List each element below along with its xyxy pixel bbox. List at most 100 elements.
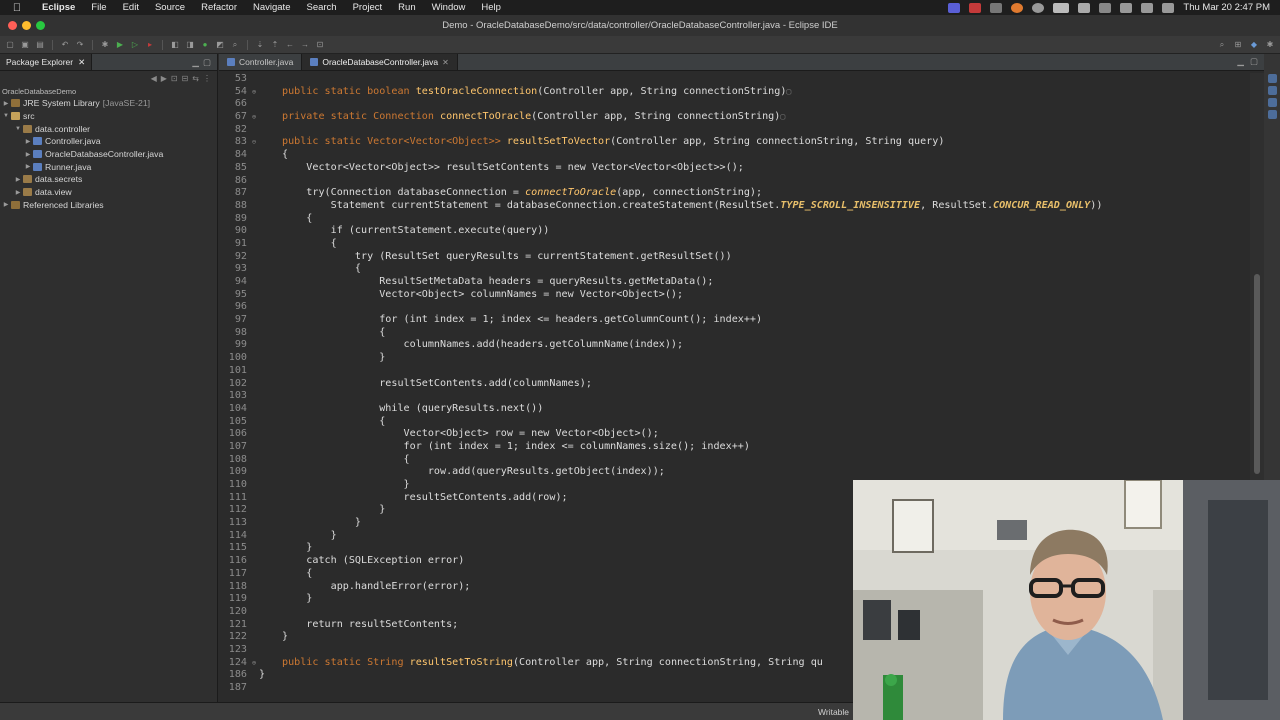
open-type-icon[interactable]: ◩ xyxy=(214,39,226,50)
fold-expand-icon[interactable]: ⊕ xyxy=(249,657,259,670)
battery-icon[interactable] xyxy=(1053,2,1070,13)
menubar-clock[interactable]: Thu Mar 20 2:47 PM xyxy=(1183,2,1270,13)
chevron-right-icon[interactable]: ▶ xyxy=(14,176,22,183)
close-icon[interactable]: ✕ xyxy=(78,57,85,68)
search-icon[interactable] xyxy=(1141,2,1154,13)
minimize-window-icon[interactable] xyxy=(22,21,31,30)
project-root[interactable]: OracleDatabaseDemo xyxy=(0,85,217,97)
folded-code-icon[interactable]: ▢ xyxy=(780,112,785,121)
tree-item-jre[interactable]: ▶ JRE System Library [JavaSE-21] xyxy=(0,97,217,110)
fold-expand-icon[interactable]: ⊕ xyxy=(249,111,259,124)
back-icon[interactable]: ← xyxy=(284,39,296,50)
tree-item-oracle-controller-java[interactable]: ▶ OracleDatabaseController.java xyxy=(0,148,217,161)
code-text: { xyxy=(282,212,313,224)
run-icon[interactable]: ▶ xyxy=(114,39,126,50)
user-icon[interactable] xyxy=(1120,2,1133,13)
tree-item-data-view[interactable]: ▶ data.view xyxy=(0,186,217,199)
line-number: 53 xyxy=(234,73,247,84)
tree-item-src[interactable]: ▼ src xyxy=(0,110,217,123)
maximize-view-icon[interactable]: ▢ xyxy=(203,57,211,68)
browser-icon[interactable] xyxy=(1011,2,1024,13)
debug-icon[interactable]: ✱ xyxy=(99,39,111,50)
new-class-icon[interactable]: ● xyxy=(199,39,211,50)
tab-controller-java[interactable]: Controller.java xyxy=(219,54,303,70)
chevron-right-icon[interactable]: ▶ xyxy=(24,138,32,145)
fold-expand-icon[interactable]: ⊕ xyxy=(249,86,259,99)
close-window-icon[interactable] xyxy=(8,21,17,30)
problems-view-icon[interactable] xyxy=(1267,98,1277,107)
redo-icon[interactable]: ↷ xyxy=(74,39,86,50)
apple-menu-icon[interactable]:  xyxy=(0,2,34,14)
search-toolbar-icon[interactable]: ⌕ xyxy=(229,39,241,50)
collapse-all-icon[interactable]: ⊟ xyxy=(182,74,189,83)
view-menu-icon[interactable]: ⋮ xyxy=(203,74,211,83)
tree-item-data-secrets[interactable]: ▶ data.secrets xyxy=(0,173,217,186)
chevron-right-icon[interactable]: ▶ xyxy=(24,163,32,170)
menu-project[interactable]: Project xyxy=(345,2,391,13)
line-number: 117 xyxy=(228,567,247,579)
tree-item-controller-java[interactable]: ▶ Controller.java xyxy=(0,135,217,148)
menu-run[interactable]: Run xyxy=(390,2,423,13)
menu-help[interactable]: Help xyxy=(473,2,509,13)
menu-edit[interactable]: Edit xyxy=(115,2,147,13)
new-icon[interactable]: ▢ xyxy=(4,39,16,50)
cloud-icon[interactable] xyxy=(990,2,1003,13)
package-explorer-tab[interactable]: Package Explorer ✕ xyxy=(0,54,93,70)
recorder-icon[interactable] xyxy=(969,2,982,13)
control-center-icon[interactable] xyxy=(1162,2,1175,13)
menu-source[interactable]: Source xyxy=(147,2,193,13)
link-with-editor-icon[interactable]: ⇆ xyxy=(192,74,199,83)
menu-file[interactable]: File xyxy=(83,2,114,13)
new-package-icon[interactable]: ◨ xyxy=(184,39,196,50)
tree-item-data-controller[interactable]: ▼ data.controller xyxy=(0,122,217,135)
chevron-right-icon[interactable]: ▶ xyxy=(14,189,22,196)
close-icon[interactable]: ✕ xyxy=(442,58,449,67)
next-annotation-icon[interactable]: ⇣ xyxy=(254,39,266,50)
tree-item-runner-java[interactable]: ▶ Runner.java xyxy=(0,160,217,173)
menu-navigate[interactable]: Navigate xyxy=(245,2,299,13)
screen-share-icon[interactable] xyxy=(948,2,961,13)
tab-oracle-controller-java[interactable]: OracleDatabaseController.java ✕ xyxy=(302,54,458,70)
display-icon[interactable] xyxy=(1099,2,1112,13)
external-tools-icon[interactable]: ▸ xyxy=(144,39,156,50)
perspective-open-icon[interactable]: ⊞ xyxy=(1232,39,1244,50)
wifi-icon[interactable] xyxy=(1078,2,1091,13)
minimize-view-icon[interactable]: ▁ xyxy=(192,57,199,68)
folded-code-icon[interactable]: ▢ xyxy=(786,87,791,96)
forward-icon[interactable]: ▶ xyxy=(161,74,167,83)
scrollbar-thumb[interactable] xyxy=(1254,274,1260,474)
chevron-down-icon[interactable]: ▼ xyxy=(14,126,22,132)
minimize-view-icon[interactable]: ▁ xyxy=(1237,56,1244,67)
console-view-icon[interactable] xyxy=(1267,110,1277,119)
chevron-right-icon[interactable]: ▶ xyxy=(2,201,10,208)
prev-annotation-icon[interactable]: ⇡ xyxy=(269,39,281,50)
undo-icon[interactable]: ↶ xyxy=(59,39,71,50)
outline-view-icon[interactable] xyxy=(1267,74,1277,83)
save-all-icon[interactable]: ▤ xyxy=(34,39,46,50)
back-icon[interactable]: ◀ xyxy=(151,74,157,83)
coverage-icon[interactable]: ▷ xyxy=(129,39,141,50)
quick-access-search-icon[interactable]: ⌕ xyxy=(1216,39,1228,50)
menu-app[interactable]: Eclipse xyxy=(34,2,83,13)
java-perspective-icon[interactable]: ◆ xyxy=(1248,39,1260,50)
new-java-project-icon[interactable]: ◧ xyxy=(169,39,181,50)
headphones-icon[interactable] xyxy=(1032,2,1045,13)
task-list-icon[interactable] xyxy=(1267,86,1277,95)
chevron-right-icon[interactable]: ▶ xyxy=(2,100,10,107)
maximize-view-icon[interactable]: ▢ xyxy=(1250,56,1258,67)
chevron-down-icon[interactable]: ▼ xyxy=(2,113,10,119)
fold-collapse-icon[interactable]: ⊖ xyxy=(249,136,259,149)
pin-editor-icon[interactable]: ⊡ xyxy=(314,39,326,50)
menu-window[interactable]: Window xyxy=(424,2,474,13)
line-number: 124 xyxy=(228,656,247,668)
menu-search[interactable]: Search xyxy=(298,2,344,13)
zoom-window-icon[interactable] xyxy=(36,21,45,30)
chevron-right-icon[interactable]: ▶ xyxy=(24,151,32,158)
forward-icon[interactable]: → xyxy=(299,39,311,50)
up-icon[interactable]: ⊡ xyxy=(171,74,178,83)
save-icon[interactable]: ▣ xyxy=(19,39,31,50)
tree-item-referenced-libraries[interactable]: ▶ Referenced Libraries xyxy=(0,199,217,212)
menu-refactor[interactable]: Refactor xyxy=(193,2,245,13)
line-number: 54 xyxy=(234,85,247,97)
debug-perspective-icon[interactable]: ✱ xyxy=(1264,39,1276,50)
